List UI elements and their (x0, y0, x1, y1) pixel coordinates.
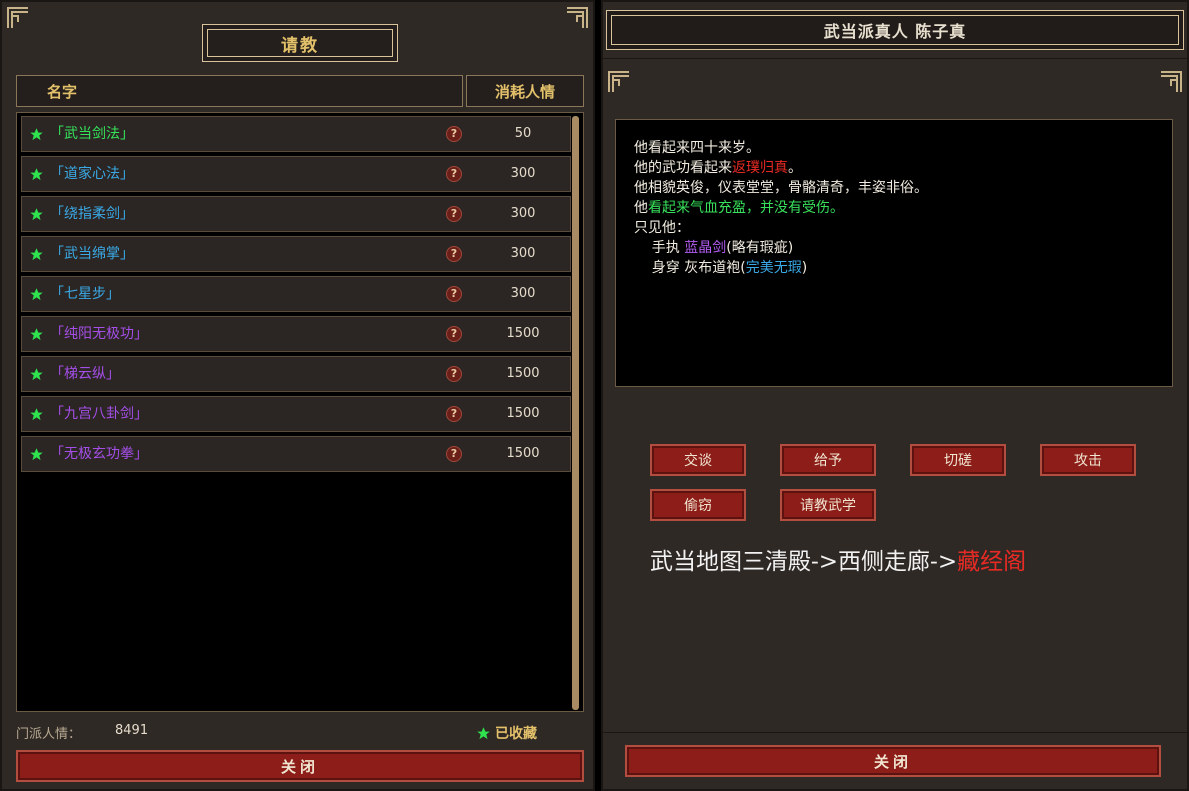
star-icon (477, 726, 490, 739)
sect-favor-value: 8491 (115, 723, 149, 738)
npc-title-frame: 武当派真人 陈子真 (606, 10, 1184, 50)
learn-martial-arts-button[interactable]: 请教武学 (780, 489, 876, 521)
spar-button[interactable]: 切磋 (910, 444, 1006, 476)
desc-line: 身穿 灰布道袍(完美无瑕) (634, 260, 808, 276)
skill-name: 「纯阳无极功」 (50, 326, 148, 342)
skill-name: 「道家心法」 (50, 166, 134, 182)
skill-cost: 1500 (506, 406, 540, 421)
corner-ornament-icon (6, 6, 30, 30)
npc-info-panel: 武当派真人 陈子真 他看起来四十来岁。 他的武功看起来返璞归真。 他相貌英俊，仪… (601, 0, 1189, 791)
skill-row[interactable]: 「无极玄功拳」? 1500 (21, 436, 571, 472)
help-icon[interactable]: ? (446, 326, 462, 342)
star-icon (30, 168, 43, 181)
skill-cost: 1500 (506, 446, 540, 461)
help-icon[interactable]: ? (446, 366, 462, 382)
star-icon (30, 248, 43, 261)
talk-button[interactable]: 交谈 (650, 444, 746, 476)
scrollbar[interactable] (572, 116, 579, 710)
star-icon (30, 208, 43, 221)
skill-row[interactable]: 「武当剑法」? 50 (21, 116, 571, 152)
skill-cost: 1500 (506, 366, 540, 381)
desc-line: 手执 蓝晶剑(略有瑕疵) (634, 240, 794, 256)
skill-row[interactable]: 「纯阳无极功」? 1500 (21, 316, 571, 352)
skill-name: 「无极玄功拳」 (50, 446, 148, 462)
favorited-label: 已收藏 (495, 726, 537, 742)
column-header-name: 名字 (16, 75, 463, 107)
desc-line: 他的武功看起来返璞归真。 (634, 160, 802, 176)
skill-cost: 50 (514, 126, 532, 141)
skill-cost: 300 (510, 166, 536, 181)
skill-row[interactable]: 「九宫八卦剑」? 1500 (21, 396, 571, 432)
star-icon (30, 408, 43, 421)
panel-title: 请教 (207, 29, 393, 57)
skill-cost: 300 (510, 286, 536, 301)
skill-cost: 1500 (506, 326, 540, 341)
help-icon[interactable]: ? (446, 206, 462, 222)
npc-description: 他看起来四十来岁。 他的武功看起来返璞归真。 他相貌英俊，仪表堂堂，骨骼清奇，丰… (615, 119, 1173, 387)
npc-title: 武当派真人 陈子真 (611, 15, 1179, 45)
skill-cost: 300 (510, 246, 536, 261)
close-button[interactable]: 关闭 (16, 750, 584, 782)
help-icon[interactable]: ? (446, 406, 462, 422)
skill-row[interactable]: 「武当绵掌」? 300 (21, 236, 571, 272)
panel-title-frame: 请教 (202, 24, 398, 62)
skill-name: 「武当剑法」 (50, 126, 134, 142)
star-icon (30, 368, 43, 381)
help-icon[interactable]: ? (446, 286, 462, 302)
desc-line: 他看起来四十来岁。 (634, 140, 760, 156)
skill-row[interactable]: 「梯云纵」? 1500 (21, 356, 571, 392)
skill-name: 「七星步」 (50, 286, 120, 302)
skill-request-panel: 请教 名字 消耗人情 「武当剑法」? 50 「道家心法」? 300 「绕指柔剑」? 300… (0, 0, 595, 791)
skill-name: 「绕指柔剑」 (50, 206, 134, 222)
help-icon[interactable]: ? (446, 246, 462, 262)
skill-name: 「武当绵掌」 (50, 246, 134, 262)
give-button[interactable]: 给予 (780, 444, 876, 476)
help-icon[interactable]: ? (446, 446, 462, 462)
desc-line: 只见他： (634, 220, 690, 236)
corner-ornament-icon (607, 70, 631, 94)
help-icon[interactable]: ? (446, 166, 462, 182)
skill-name: 「梯云纵」 (50, 366, 120, 382)
close-button[interactable]: 关闭 (625, 745, 1161, 777)
skill-row[interactable]: 「绕指柔剑」? 300 (21, 196, 571, 232)
skill-cost: 300 (510, 206, 536, 221)
star-icon (30, 288, 43, 301)
skill-row[interactable]: 「七星步」? 300 (21, 276, 571, 312)
sect-favor-label: 门派人情： (16, 727, 82, 742)
skill-row[interactable]: 「道家心法」? 300 (21, 156, 571, 192)
star-icon (30, 448, 43, 461)
route-annotation: 武当地图三清殿->西侧走廊->藏经阁 (650, 549, 1027, 575)
corner-ornament-icon (1159, 70, 1183, 94)
star-icon (30, 128, 43, 141)
attack-button[interactable]: 攻击 (1040, 444, 1136, 476)
help-icon[interactable]: ? (446, 126, 462, 142)
skill-list[interactable]: 「武当剑法」? 50 「道家心法」? 300 「绕指柔剑」? 300 「武当绵掌」? 300 「… (16, 112, 584, 712)
column-header-cost: 消耗人情 (466, 75, 584, 107)
star-icon (30, 328, 43, 341)
desc-line: 他相貌英俊，仪表堂堂，骨骼清奇，丰姿非俗。 (634, 180, 928, 196)
steal-button[interactable]: 偷窃 (650, 489, 746, 521)
corner-ornament-icon (565, 6, 589, 30)
desc-line: 他看起来气血充盈，并没有受伤。 (634, 200, 844, 216)
skill-name: 「九宫八卦剑」 (50, 406, 148, 422)
favorited-toggle[interactable]: 已收藏 (476, 723, 537, 743)
